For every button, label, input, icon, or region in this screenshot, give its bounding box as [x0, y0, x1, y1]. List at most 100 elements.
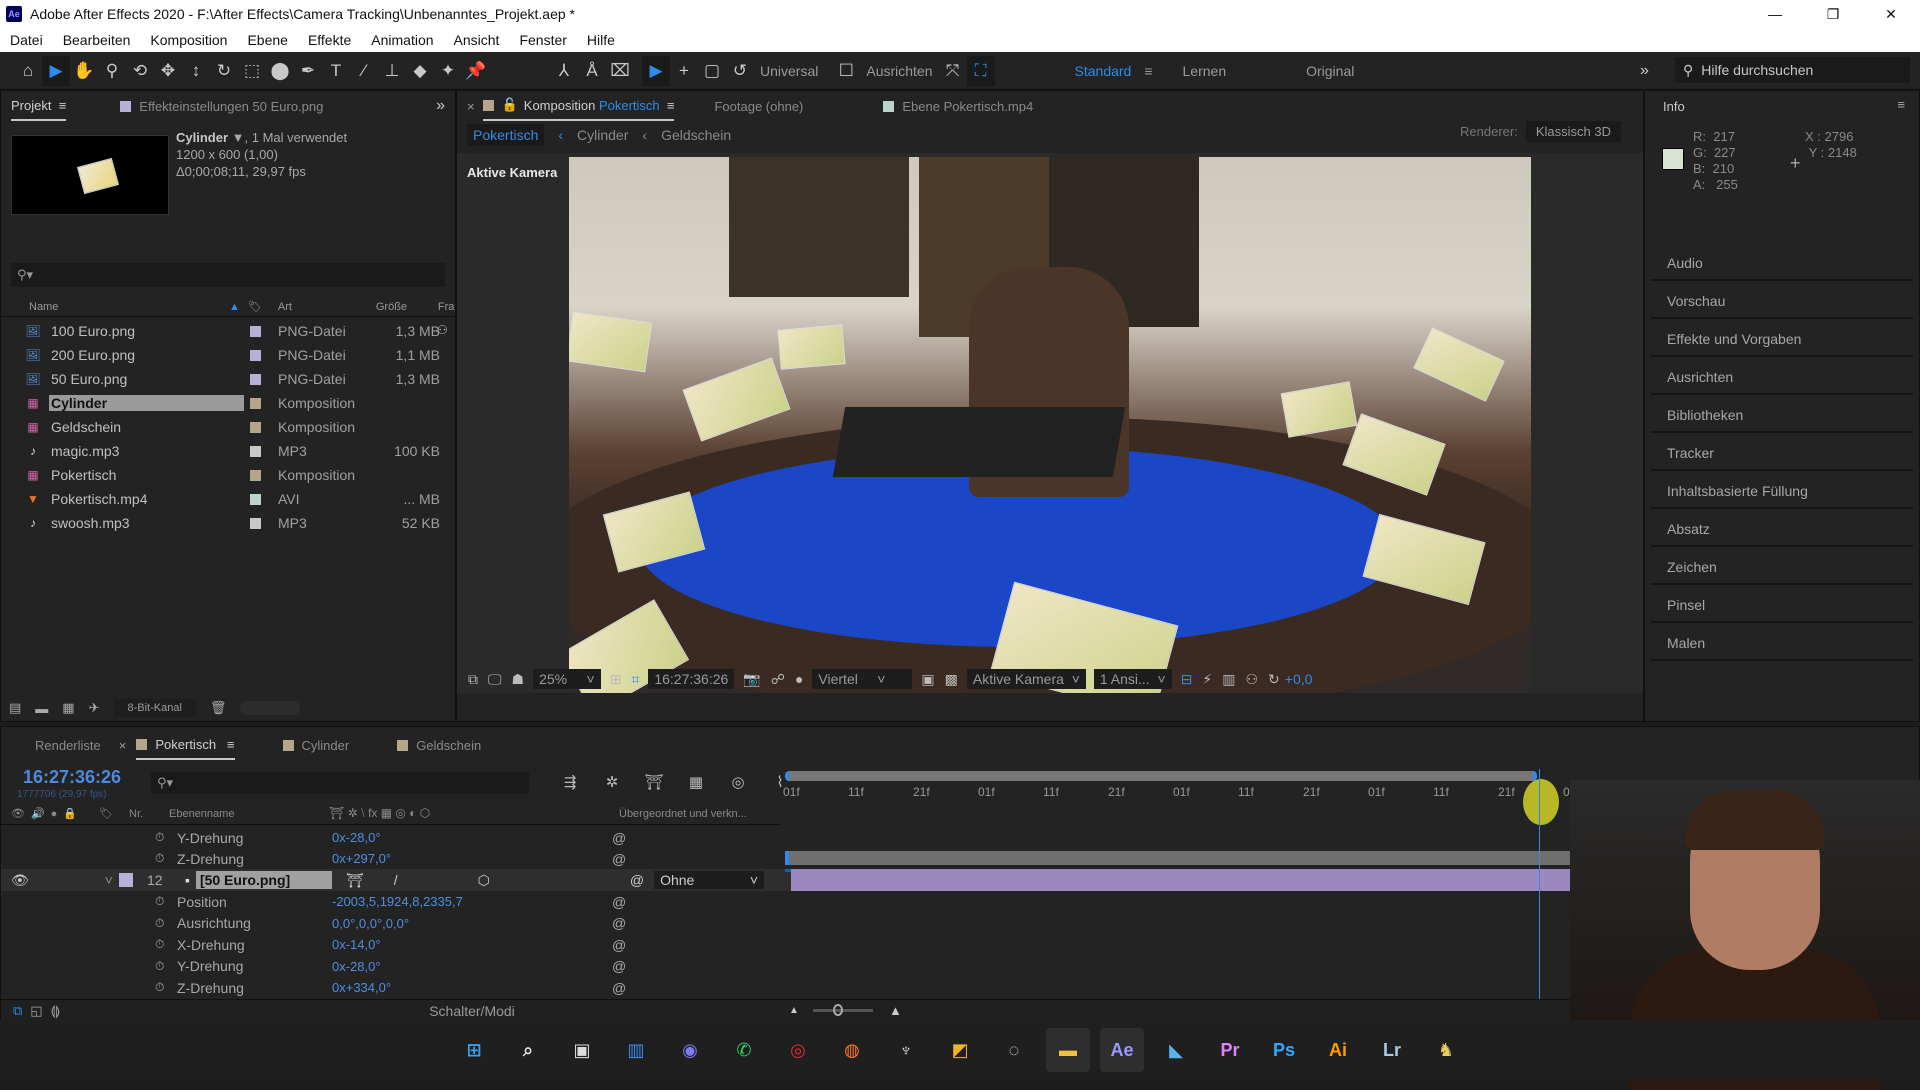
monitor-icon[interactable]: 🖵: [488, 671, 502, 688]
label-column-icon[interactable]: 🏷: [99, 807, 113, 820]
panel-tracker[interactable]: Tracker: [1651, 435, 1913, 471]
workspace-standard[interactable]: Standard: [1075, 63, 1132, 79]
tab-footage[interactable]: Footage (ohne): [714, 91, 803, 121]
project-item-cylinder[interactable]: ▦ Cylinder Komposition: [1, 391, 441, 415]
stopwatch-icon[interactable]: ⏱: [155, 916, 169, 931]
snap-grid-icon[interactable]: ⛶: [966, 55, 995, 86]
project-item-swoosh-mp3[interactable]: ♪ swoosh.mp3 MP3 52 KB: [1, 511, 441, 535]
property-value[interactable]: 0x-28,0°: [332, 830, 612, 845]
panel-zeichen[interactable]: Zeichen: [1651, 549, 1913, 585]
usage-dropdown-icon[interactable]: ▼: [232, 130, 245, 145]
panel-menu-icon[interactable]: ≡: [227, 737, 235, 752]
visibility-icon[interactable]: 👁: [11, 872, 29, 889]
playhead[interactable]: [1539, 769, 1540, 999]
timeline-search-input[interactable]: ⚲▾: [151, 772, 529, 794]
taskbar-other-app-icon[interactable]: ♞: [1424, 1028, 1468, 1072]
project-item-pokertisch[interactable]: ▦ Pokertisch Komposition: [1, 463, 441, 487]
property-value[interactable]: 0x+297,0°: [332, 851, 612, 866]
panel-effekte-und-vorgaben[interactable]: Effekte und Vorgaben: [1651, 321, 1913, 357]
grid-options-icon[interactable]: ⊞: [610, 671, 622, 688]
new-composition-icon[interactable]: ▦: [62, 700, 74, 716]
show-snapshot-icon[interactable]: ☍: [771, 671, 785, 688]
pickwhip-icon[interactable]: @: [612, 958, 626, 974]
tab-effect-controls[interactable]: Effekteinstellungen 50 Euro.png: [120, 91, 323, 121]
taskbar-firefox-icon[interactable]: ◍: [830, 1028, 874, 1072]
panel-ausrichten[interactable]: Ausrichten: [1651, 359, 1913, 395]
stopwatch-icon[interactable]: ⏱: [155, 830, 169, 845]
trash-icon[interactable]: 🗑: [210, 700, 227, 716]
close-button[interactable]: ✕: [1862, 0, 1920, 28]
quality-switch-icon[interactable]: /: [394, 872, 398, 888]
taskbar-premiere-pro-icon[interactable]: Pr: [1208, 1028, 1252, 1072]
panel-absatz[interactable]: Absatz: [1651, 511, 1913, 547]
thumbnail-slider[interactable]: [240, 701, 301, 715]
breadcrumb-geldschein[interactable]: Geldschein: [661, 127, 731, 143]
column-layer-name[interactable]: Ebenenname: [169, 808, 329, 820]
render-queue-icon[interactable]: ✈: [89, 700, 100, 716]
taskbar-widgets-icon[interactable]: ▥: [614, 1028, 658, 1072]
layer-switches-toggle-icon[interactable]: ⧉: [13, 1003, 22, 1019]
snapping-checkbox[interactable]: ☐: [832, 56, 860, 86]
property-value[interactable]: -2003,5,1924,8,2335,7: [332, 894, 612, 909]
view-layout-dropdown[interactable]: 1 Ansi... ˅: [1093, 669, 1172, 689]
stopwatch-icon[interactable]: ⏱: [155, 980, 169, 995]
panel-pinsel[interactable]: Pinsel: [1651, 587, 1913, 623]
breadcrumb-cylinder[interactable]: Cylinder: [577, 127, 628, 143]
shy-switch-icon[interactable]: ⛩: [346, 872, 364, 889]
label-swatch[interactable]: [250, 517, 261, 529]
tab-pokertisch[interactable]: Pokertisch ≡: [136, 730, 235, 760]
pickwhip-icon[interactable]: @: [612, 851, 626, 867]
menu-ansicht[interactable]: Ansicht: [454, 32, 500, 48]
pen-tool-icon[interactable]: ✒: [294, 56, 322, 86]
local-axis-icon[interactable]: ⅄: [550, 56, 578, 86]
lock-icon[interactable]: 🔓: [502, 97, 518, 113]
home-icon[interactable]: ⌂: [14, 56, 42, 86]
pan-behind-icon[interactable]: ⬚: [238, 56, 266, 86]
menu-hilfe[interactable]: Hilfe: [587, 32, 615, 48]
panel-menu-icon[interactable]: ≡: [667, 98, 675, 113]
tab-cylinder[interactable]: Cylinder: [282, 730, 349, 760]
pickwhip-icon[interactable]: @: [612, 915, 626, 931]
reset-exposure-icon[interactable]: ↻: [1268, 671, 1280, 688]
menu-effekte[interactable]: Effekte: [308, 32, 351, 48]
project-item-geldschein[interactable]: ▦ Geldschein Komposition: [1, 415, 441, 439]
project-item-magic-mp3[interactable]: ♪ magic.mp3 MP3 100 KB: [1, 439, 441, 463]
panel-menu-icon[interactable]: ≡: [59, 98, 67, 113]
property-value[interactable]: 0x-28,0°: [332, 959, 612, 974]
label-swatch[interactable]: [250, 445, 261, 457]
minimize-button[interactable]: —: [1746, 0, 1804, 28]
lock-icon[interactable]: 🔒: [63, 807, 77, 820]
menu-animation[interactable]: Animation: [371, 32, 433, 48]
motion-blur-icon[interactable]: ◎: [717, 773, 759, 791]
project-item-pokertisch-mp4[interactable]: ▼ Pokertisch.mp4 AVI ... MB: [1, 487, 441, 511]
label-swatch[interactable]: [250, 397, 261, 409]
pickwhip-icon[interactable]: @: [612, 830, 626, 846]
layer-name[interactable]: [50 Euro.png]: [195, 871, 332, 889]
panel-bibliotheken[interactable]: Bibliotheken: [1651, 397, 1913, 433]
menu-bearbeiten[interactable]: Bearbeiten: [63, 32, 131, 48]
color-channels-icon[interactable]: ●: [795, 671, 803, 687]
roto-brush-icon[interactable]: ✦: [434, 56, 462, 86]
stopwatch-icon[interactable]: ⏱: [155, 894, 169, 909]
taskbar-screen-recorder-icon[interactable]: ◎: [776, 1028, 820, 1072]
taskbar-illustrator-icon[interactable]: Ai: [1316, 1028, 1360, 1072]
menu-datei[interactable]: Datei: [10, 32, 43, 48]
composition-mini-flowchart-icon[interactable]: ⇶: [549, 773, 591, 791]
label-swatch[interactable]: [250, 325, 261, 337]
switches-modes-toggle[interactable]: Schalter/Modi: [337, 1003, 607, 1019]
help-search-input[interactable]: ⚲ Hilfe durchsuchen: [1675, 57, 1910, 83]
property-value[interactable]: 0,0°,0,0°,0,0°: [332, 916, 612, 931]
taskbar-photo-app-icon[interactable]: ◩: [938, 1028, 982, 1072]
eraser-icon[interactable]: ◆: [406, 56, 434, 86]
project-item-200-euro-png[interactable]: 🖼 200 Euro.png PNG-Datei 1,1 MB: [1, 343, 441, 367]
in-out-toggle-icon[interactable]: ⟬⟭: [51, 1003, 61, 1019]
column-groesse[interactable]: Größe: [376, 301, 438, 313]
taskbar-task-view-icon[interactable]: ▣: [560, 1028, 604, 1072]
draft-3d-icon[interactable]: ✲: [591, 773, 633, 791]
workspace-lernen[interactable]: Lernen: [1183, 63, 1227, 79]
tab-geldschein[interactable]: Geldschein: [397, 730, 481, 760]
menu-komposition[interactable]: Komposition: [150, 32, 227, 48]
tab-layer[interactable]: Ebene Pokertisch.mp4: [883, 91, 1033, 121]
universal-scale-icon[interactable]: ▢: [698, 56, 726, 86]
label-column-icon[interactable]: 🏷: [248, 300, 262, 313]
